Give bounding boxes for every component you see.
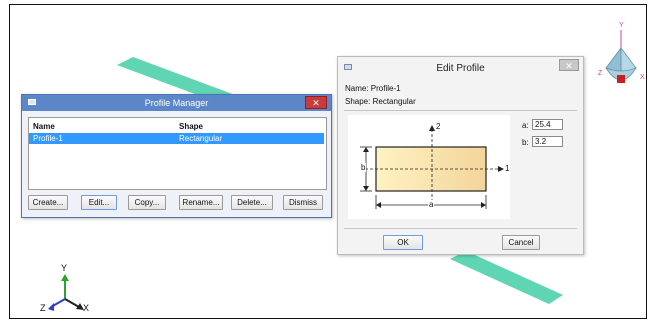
close-button[interactable]: ✕ [559, 59, 579, 71]
edit-profile-title: Edit Profile [436, 63, 485, 74]
shape-label: Shape: [345, 97, 371, 106]
footer-divider [344, 228, 577, 229]
ok-button[interactable]: OK [383, 235, 423, 250]
create-button[interactable]: Create... [28, 195, 68, 210]
triad-y-label: Y [61, 263, 68, 273]
dimension-a-field-label: a: [522, 121, 529, 130]
profile-name-row: Name: Profile-1 [345, 84, 401, 93]
coordinate-triad: Y X Z [23, 261, 93, 318]
axis-2-label: 2 [436, 122, 441, 131]
view-cube-graphic [605, 30, 637, 83]
profile-shape-row: Shape: Rectangular [345, 97, 416, 106]
view-cube-right-label: X [640, 74, 645, 81]
section-divider [344, 110, 577, 111]
triad-z-label: Z [40, 303, 46, 313]
cancel-button[interactable]: Cancel [502, 235, 540, 250]
rename-button[interactable]: Rename... [179, 195, 223, 210]
view-cube-top-label: Y [619, 22, 624, 29]
view-cube[interactable]: Y Z X [598, 18, 648, 104]
close-button[interactable]: ✕ [305, 96, 327, 109]
profile-manager-button-row: Create... Edit... Copy... Rename... Dele… [28, 195, 328, 211]
dimension-a-label: a [428, 200, 435, 209]
profile-manager-title: Profile Manager [144, 98, 209, 108]
edit-button[interactable]: Edit... [81, 195, 117, 210]
name-label: Name: [345, 84, 369, 93]
dimension-a-input[interactable]: 25.4 [532, 119, 563, 130]
table-row[interactable]: Profile-1 Rectangular [29, 133, 324, 144]
profile-table: Name Shape Profile-1 Rectangular [28, 117, 327, 190]
column-header-shape: Shape [179, 122, 204, 131]
row-shape-cell: Rectangular [179, 134, 223, 143]
copy-button[interactable]: Copy... [128, 195, 166, 210]
dimension-b-label: b [360, 163, 367, 172]
shape-value: Rectangular [372, 97, 416, 106]
profile-manager-dialog: Profile Manager ✕ Name Shape Profile-1 R… [21, 94, 332, 218]
axis-1-label: 1 [505, 164, 510, 173]
rectangular-profile-diagram: 2 1 b a [348, 115, 510, 219]
delete-button[interactable]: Delete... [231, 195, 273, 210]
edit-profile-dialog: Edit Profile ✕ Name: Profile-1 Shape: Re… [337, 56, 584, 255]
profile-manager-titlebar[interactable]: Profile Manager ✕ [22, 95, 331, 111]
dimension-b-field-label: b: [522, 138, 529, 147]
dimension-b-input[interactable]: 3.2 [532, 136, 563, 147]
dismiss-button[interactable]: Dismiss [283, 195, 323, 210]
beam-part-lower [450, 251, 563, 304]
row-name-cell: Profile-1 [33, 134, 63, 143]
name-value: Profile-1 [370, 84, 401, 93]
column-header-name: Name [33, 122, 55, 131]
edit-profile-titlebar[interactable]: Edit Profile ✕ [338, 57, 583, 79]
triad-x-label: X [83, 303, 90, 313]
view-cube-left-label: Z [598, 70, 603, 77]
